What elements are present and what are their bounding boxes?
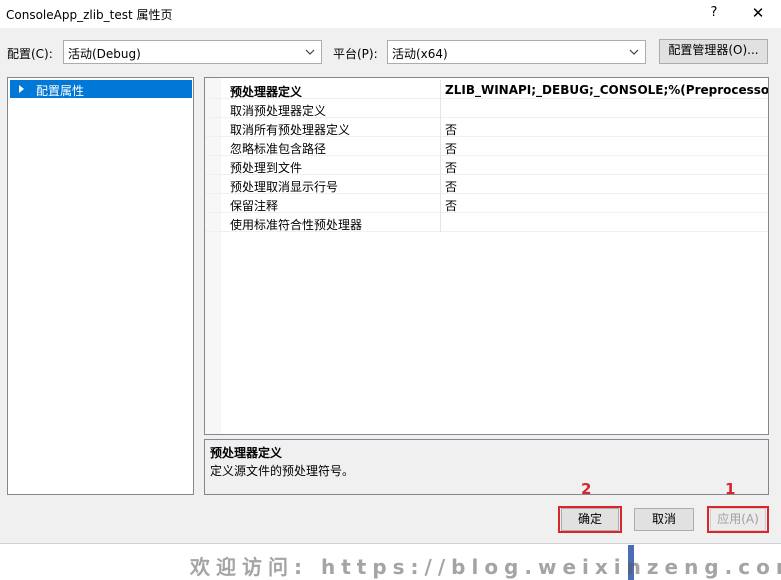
cancel-button[interactable]: 取消 — [634, 508, 694, 531]
property-name: 忽略标准包含路径 — [230, 142, 327, 156]
property-name: 取消预处理器定义 — [230, 104, 327, 118]
property-row[interactable]: 保留注释 否 — [205, 194, 768, 213]
column-separator — [440, 80, 441, 99]
property-name: 预处理到文件 — [230, 161, 303, 175]
property-tree: 配置属性 — [7, 77, 194, 495]
description-panel: 预处理器定义 定义源文件的预处理符号。 — [204, 439, 769, 495]
watermark: 欢迎访问: https://blog.weixinzeng.com — [190, 555, 781, 579]
property-row[interactable]: 取消预处理器定义 — [205, 99, 768, 118]
property-value[interactable]: ZLIB_WINAPI;_DEBUG;_CONSOLE;%(Preprocess… — [445, 83, 768, 97]
chevron-down-icon — [305, 49, 315, 55]
description-title: 预处理器定义 — [210, 446, 283, 460]
config-manager-button[interactable]: 配置管理器(O)... — [659, 39, 768, 64]
platform-dropdown[interactable]: 活动(x64) — [387, 40, 646, 64]
annotation-number-ok: 2 — [581, 480, 592, 498]
property-grid: 预处理器定义 ZLIB_WINAPI;_DEBUG;_CONSOLE;%(Pre… — [204, 77, 769, 435]
property-row[interactable]: 预处理取消显示行号 否 — [205, 175, 768, 194]
property-value[interactable]: 否 — [445, 140, 457, 157]
property-row[interactable]: 预处理器定义 ZLIB_WINAPI;_DEBUG;_CONSOLE;%(Pre… — [205, 80, 768, 99]
property-name: 取消所有预处理器定义 — [230, 123, 351, 137]
column-separator — [440, 194, 441, 213]
property-value[interactable]: 否 — [445, 159, 457, 176]
tree-item-label: 配置属性 — [36, 84, 85, 98]
column-separator — [440, 175, 441, 194]
property-name: 使用标准符合性预处理器 — [230, 218, 363, 232]
config-dropdown[interactable]: 活动(Debug) — [63, 40, 322, 64]
property-value[interactable]: 否 — [445, 178, 457, 195]
column-separator — [440, 213, 441, 232]
config-manager-label: 配置管理器(O)... — [668, 43, 759, 57]
property-name: 预处理器定义 — [230, 85, 303, 99]
property-value[interactable]: 否 — [445, 197, 457, 214]
property-name: 预处理取消显示行号 — [230, 180, 339, 194]
close-button[interactable]: ✕ — [744, 3, 772, 25]
cancel-label: 取消 — [651, 512, 676, 526]
title-bar: ConsoleApp_zlib_test 属性页 ? ✕ — [0, 0, 781, 28]
description-text: 定义源文件的预处理符号。 — [210, 464, 355, 478]
property-row[interactable]: 使用标准符合性预处理器 — [205, 213, 768, 232]
expand-arrow-icon[interactable] — [19, 85, 24, 93]
chevron-down-icon — [629, 49, 639, 55]
annotation-number-apply: 1 — [725, 480, 736, 498]
window-title: ConsoleApp_zlib_test 属性页 — [6, 8, 173, 22]
property-row[interactable]: 忽略标准包含路径 否 — [205, 137, 768, 156]
platform-label: 平台(P): — [333, 47, 378, 61]
tree-item-config-properties[interactable]: 配置属性 — [10, 80, 192, 98]
config-value: 活动(Debug) — [68, 47, 141, 61]
column-separator — [440, 137, 441, 156]
config-label: 配置(C): — [7, 47, 53, 61]
property-row[interactable]: 预处理到文件 否 — [205, 156, 768, 175]
property-value[interactable]: 否 — [445, 121, 457, 138]
property-row[interactable]: 取消所有预处理器定义 否 — [205, 118, 768, 137]
annotation-box-ok — [558, 506, 622, 533]
annotation-box-apply — [707, 506, 769, 533]
column-separator — [440, 99, 441, 118]
platform-value: 活动(x64) — [392, 47, 448, 61]
column-separator — [440, 118, 441, 137]
property-name: 保留注释 — [230, 199, 279, 213]
column-separator — [440, 156, 441, 175]
help-button[interactable]: ? — [702, 3, 726, 25]
